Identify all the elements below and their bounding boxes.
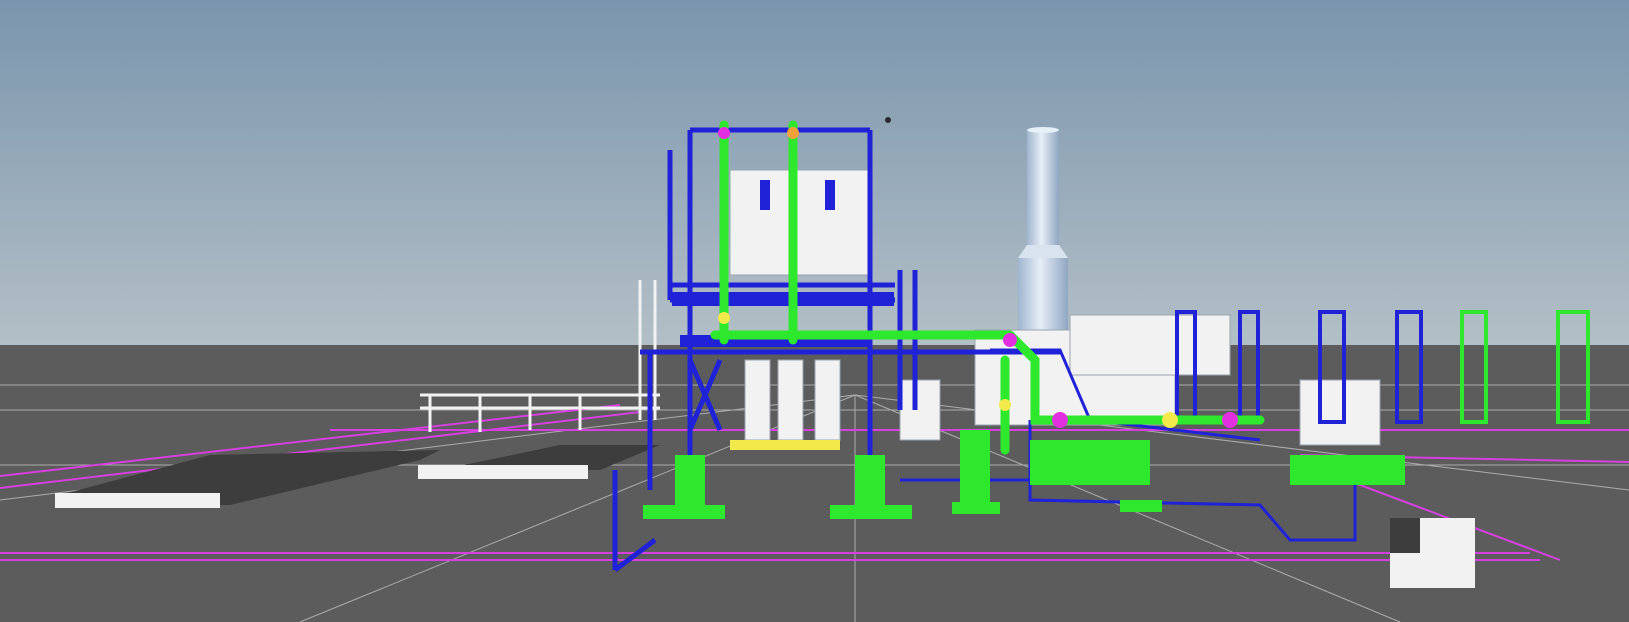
3d-viewport[interactable] [0, 0, 1629, 622]
cursor-marker [885, 117, 891, 123]
plant-3d-scene[interactable] [0, 0, 1629, 622]
